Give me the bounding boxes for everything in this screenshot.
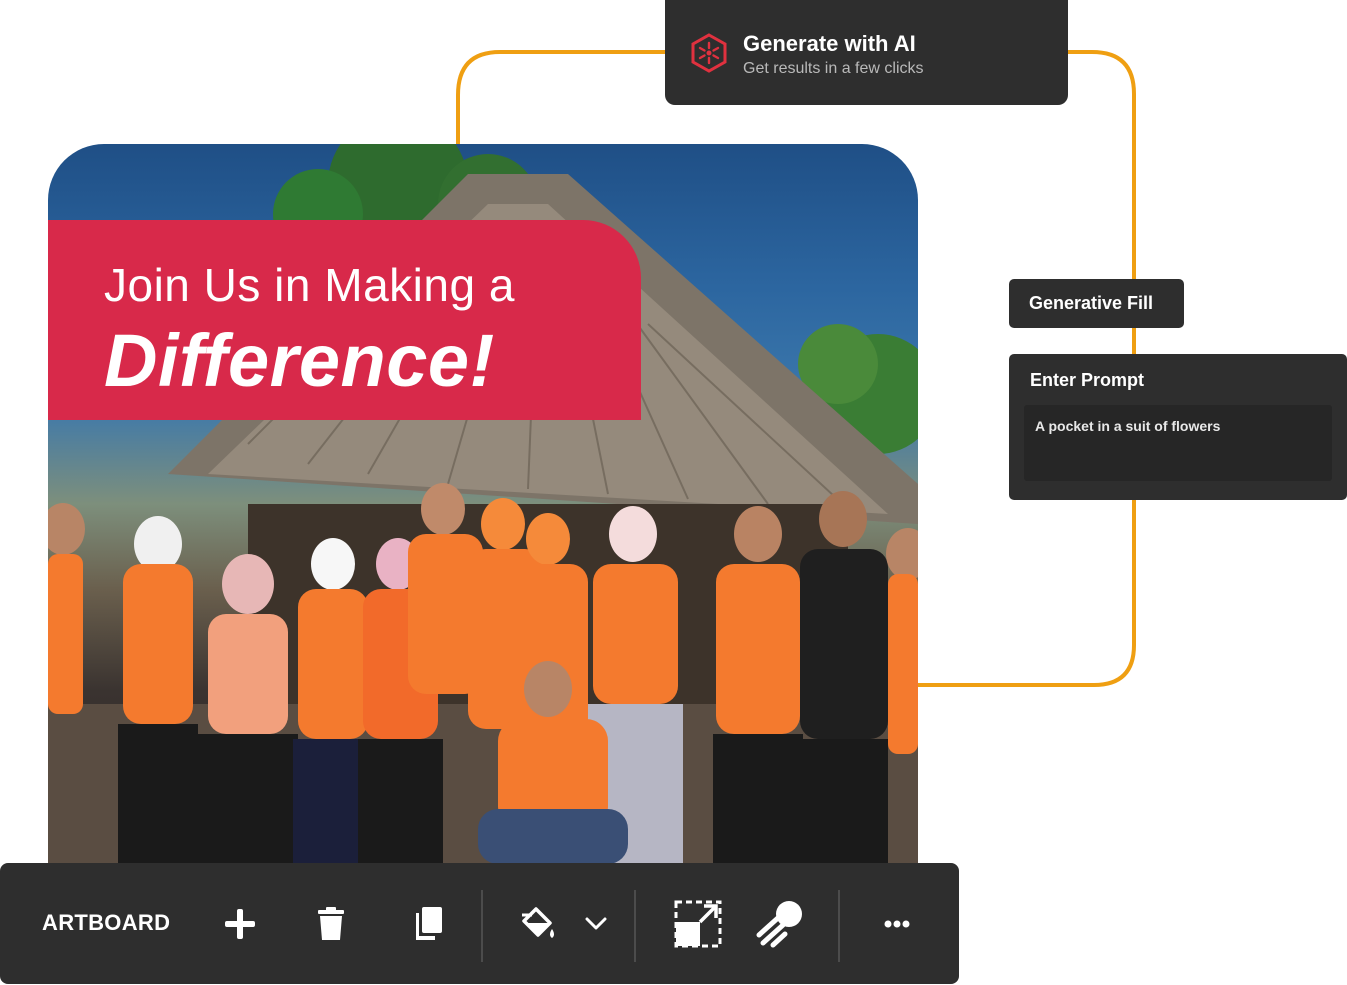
headline-line2: Difference! [104, 319, 495, 402]
prompt-label: Enter Prompt [1030, 370, 1145, 390]
duplicate-button[interactable] [398, 863, 458, 984]
more-button[interactable] [867, 863, 927, 984]
plus-icon [225, 908, 255, 939]
resize-icon [674, 900, 722, 947]
artboard-toolbar: ARTBOARD [0, 863, 959, 984]
comet-icon [756, 900, 802, 947]
delete-button[interactable] [301, 863, 361, 984]
generate-ai-title: Generate with AI [743, 31, 916, 56]
toolbar-divider [838, 890, 840, 962]
resize-button[interactable] [668, 863, 728, 984]
add-button[interactable] [210, 863, 270, 984]
prompt-panel: Enter Prompt A pocket in a suit of flowe… [1009, 354, 1347, 500]
toolbar-divider [634, 890, 636, 962]
toolbar-label: ARTBOARD [42, 910, 171, 935]
copy-icon [416, 906, 442, 940]
hexagon-sparkle-icon [689, 33, 729, 73]
more-dots-icon [884, 920, 910, 927]
headline-banner[interactable]: Join Us in Making a Difference! [48, 220, 641, 420]
toolbar-divider [481, 890, 483, 962]
prompt-input-value: A pocket in a suit of flowers [1035, 418, 1221, 434]
generate-ai-card[interactable]: Generate with AI Get results in a few cl… [665, 0, 1068, 105]
paint-bucket-icon [522, 906, 554, 938]
generative-fill-label: Generative Fill [1029, 293, 1154, 313]
fill-button[interactable] [508, 863, 568, 984]
prompt-input[interactable]: A pocket in a suit of flowers [1024, 405, 1332, 481]
generative-fill-button[interactable]: Generative Fill [1009, 279, 1184, 328]
fill-dropdown-button[interactable] [566, 863, 626, 984]
trash-icon [318, 906, 344, 940]
headline-line1: Join Us in Making a [104, 259, 515, 311]
chevron-down-icon [585, 917, 607, 929]
generate-ai-subtitle: Get results in a few clicks [743, 60, 924, 77]
magic-button[interactable] [750, 863, 810, 984]
